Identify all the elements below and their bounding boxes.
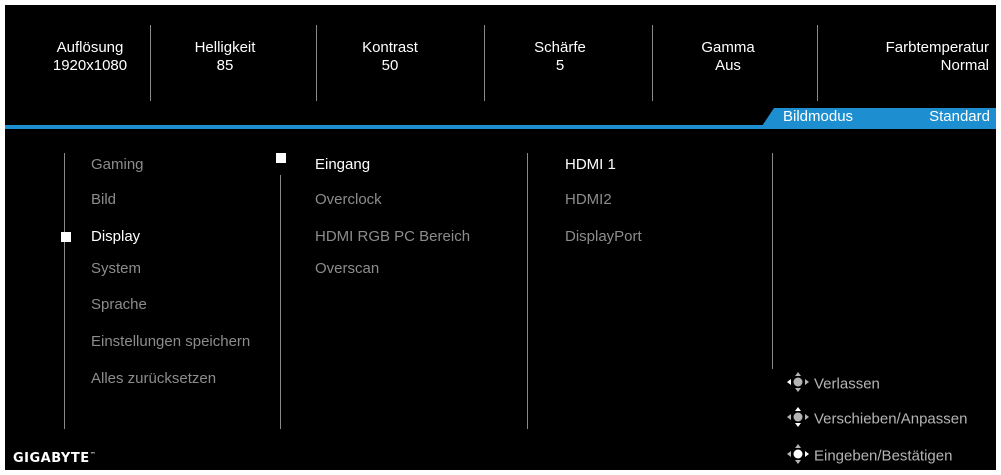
picture-mode-label: Bildmodus	[783, 108, 854, 125]
option-displayport[interactable]: DisplayPort	[565, 228, 642, 246]
picture-mode-value: Standard	[929, 108, 990, 125]
menu-divider	[772, 153, 773, 369]
status-brightness-value: 85	[216, 57, 234, 74]
accent-band	[5, 125, 996, 129]
logo-text: GIGABYTE	[13, 451, 90, 466]
status-gamma-value: Aus	[715, 57, 741, 74]
status-divider	[484, 25, 485, 101]
status-sharpness-label: Schärfe	[534, 39, 586, 56]
status-color-temp-value: Normal	[940, 57, 989, 74]
status-divider	[652, 25, 653, 101]
main-menu-gaming[interactable]: Gaming	[91, 156, 144, 174]
sub-menu-hdmi-rgb-range[interactable]: HDMI RGB PC Bereich	[315, 228, 470, 246]
sub-menu-overclock[interactable]: Overclock	[315, 191, 382, 209]
hint-exit-label: Verlassen	[814, 375, 880, 393]
hint-enter-confirm: Eingeben/Bestätigen	[786, 443, 952, 470]
status-sharpness: Schärfe 5	[505, 39, 615, 75]
selection-marker-icon	[276, 153, 286, 163]
menu-divider	[64, 153, 65, 429]
joystick-icon	[786, 443, 810, 470]
status-color-temp: Farbtemperatur Normal	[841, 39, 989, 75]
main-menu-picture[interactable]: Bild	[91, 191, 116, 209]
joystick-icon	[786, 371, 810, 398]
status-divider	[150, 25, 151, 101]
hint-enter-confirm-label: Eingeben/Bestätigen	[814, 447, 953, 465]
status-contrast-label: Kontrast	[362, 39, 418, 56]
status-contrast: Kontrast 50	[335, 39, 445, 75]
joystick-icon	[786, 406, 810, 433]
status-divider	[316, 25, 317, 101]
status-sharpness-value: 5	[555, 57, 565, 74]
option-hdmi2[interactable]: HDMI2	[565, 191, 612, 209]
status-brightness: Helligkeit 85	[170, 39, 280, 75]
status-divider	[817, 25, 818, 101]
trademark-mark: ™	[89, 451, 97, 459]
menu-divider	[280, 175, 281, 429]
main-menu-display[interactable]: Display	[91, 228, 140, 246]
status-color-temp-label: Farbtemperatur	[885, 39, 989, 56]
status-brightness-label: Helligkeit	[194, 39, 256, 56]
main-menu-save-settings[interactable]: Einstellungen speichern	[91, 333, 250, 351]
sub-menu-input[interactable]: Eingang	[315, 156, 370, 174]
option-hdmi1[interactable]: HDMI 1	[565, 156, 616, 174]
status-resolution-label: Auflösung	[56, 39, 124, 56]
osd-menu: Auflösung 1920x1080 Helligkeit 85 Kontra…	[5, 5, 996, 470]
gigabyte-logo: GIGABYTE™	[13, 451, 96, 466]
status-resolution-value: 1920x1080	[52, 57, 128, 74]
status-contrast-value: 50	[381, 57, 399, 74]
hint-move-adjust-label: Verschieben/Anpassen	[814, 410, 968, 428]
selection-marker-icon	[61, 232, 71, 242]
hint-exit: Verlassen	[786, 371, 880, 398]
status-gamma-label: Gamma	[701, 39, 755, 56]
main-menu-system[interactable]: System	[91, 260, 141, 278]
sub-menu-overscan[interactable]: Overscan	[315, 260, 379, 278]
main-menu-language[interactable]: Sprache	[91, 296, 147, 314]
main-menu-reset-all[interactable]: Alles zurücksetzen	[91, 370, 216, 388]
menu-divider	[527, 153, 528, 429]
status-gamma: Gamma Aus	[673, 39, 783, 75]
picture-mode-tab: Bildmodus Standard	[762, 108, 996, 126]
status-resolution: Auflösung 1920x1080	[35, 39, 145, 75]
hint-move-adjust: Verschieben/Anpassen	[786, 406, 967, 433]
